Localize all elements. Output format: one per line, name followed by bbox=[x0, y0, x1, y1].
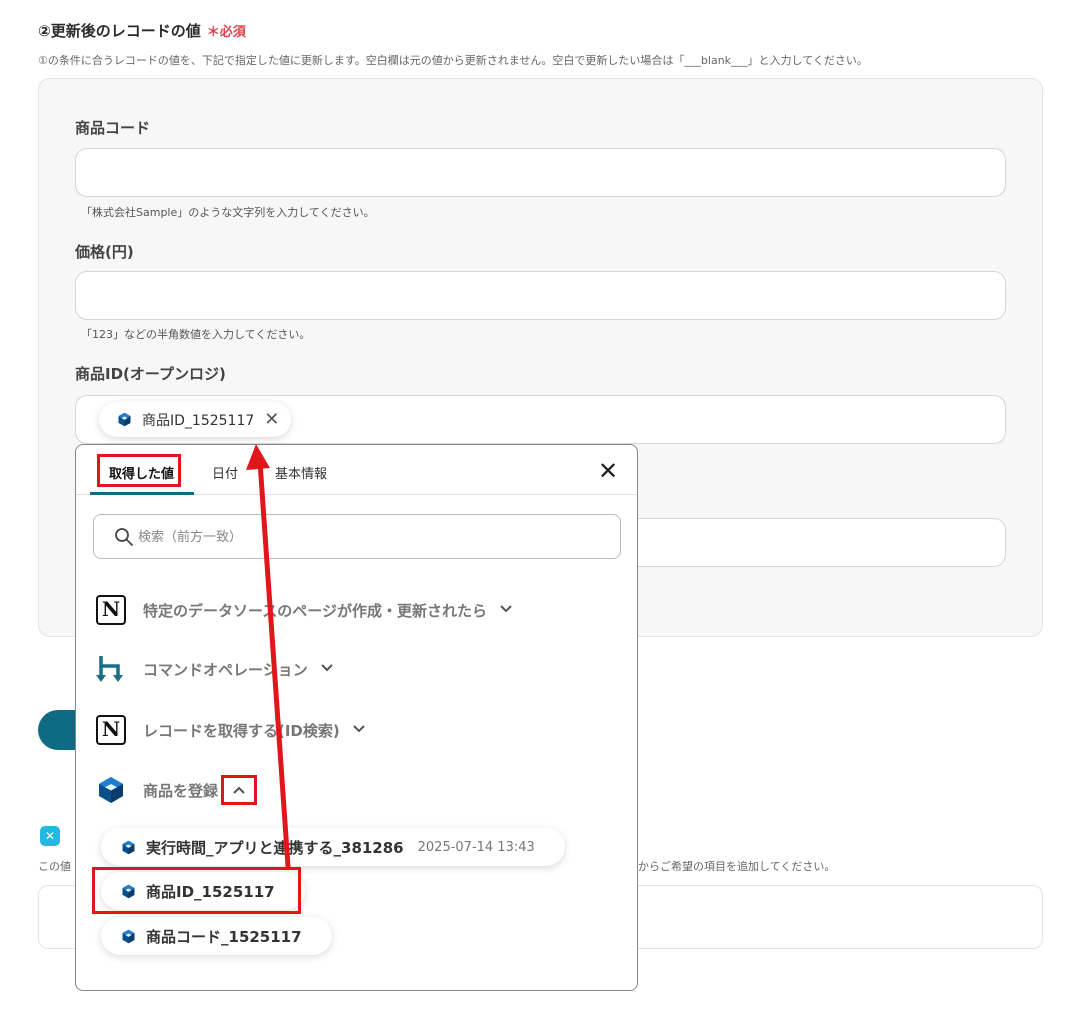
background-description-right: からご希望の項目を追加してください。 bbox=[638, 860, 836, 873]
value-item-product-code[interactable]: 商品コード_1525117 bbox=[101, 917, 332, 955]
search-icon bbox=[115, 528, 133, 546]
group-notion-trigger[interactable]: N 特定のデータソースのページが作成・更新されたら bbox=[96, 595, 513, 625]
price-input[interactable] bbox=[75, 271, 1006, 320]
product-code-input[interactable] bbox=[75, 148, 1006, 197]
search-box[interactable] bbox=[93, 514, 621, 559]
group-label: コマンドオペレーション bbox=[143, 660, 308, 679]
search-input[interactable] bbox=[138, 525, 598, 549]
openlogi-cube-icon bbox=[99, 777, 123, 803]
openlogi-cube-icon bbox=[122, 929, 135, 943]
chevron-down-icon[interactable] bbox=[352, 724, 366, 737]
close-icon[interactable]: ✕ bbox=[598, 459, 618, 483]
group-command-operation[interactable]: コマンドオペレーション bbox=[96, 654, 334, 684]
notion-icon: N bbox=[96, 715, 126, 745]
product-code-hint: 「株式会社Sample」のような文字列を入力してください。 bbox=[81, 206, 375, 219]
chevron-down-icon[interactable] bbox=[320, 663, 334, 676]
value-item-execution-time[interactable]: 実行時間_アプリと連携する_381286 2025-07-14 13:43 bbox=[101, 828, 565, 866]
chevron-up-icon[interactable] bbox=[221, 775, 258, 805]
openlogi-cube-icon bbox=[118, 412, 131, 427]
price-label: 価格(円) bbox=[75, 243, 134, 261]
section-description: ①の条件に合うレコードの値を、下記で指定した値に更新します。空白欄は元の値から更… bbox=[38, 54, 868, 67]
group-label: 商品を登録 bbox=[143, 781, 219, 800]
chevron-down-icon[interactable] bbox=[499, 604, 513, 617]
tab-date[interactable]: 日付 bbox=[212, 463, 238, 482]
openlogi-cube-icon bbox=[122, 840, 135, 854]
background-description-left: この値 bbox=[38, 860, 71, 873]
group-get-record[interactable]: N レコードを取得する(ID検索) bbox=[96, 715, 366, 745]
product-code-label: 商品コード bbox=[75, 119, 151, 137]
value-item-label: 商品コード_1525117 bbox=[146, 927, 302, 946]
tab-basic-info[interactable]: 基本情報 bbox=[275, 463, 327, 482]
section-title-text: ②更新後のレコードの値 bbox=[38, 22, 201, 40]
value-item-label: 実行時間_アプリと連携する_381286 bbox=[146, 838, 404, 857]
active-tab-indicator bbox=[90, 492, 194, 495]
annotation-box-tab bbox=[97, 454, 181, 487]
group-label: 特定のデータソースのページが作成・更新されたら bbox=[143, 601, 487, 620]
notion-icon: N bbox=[96, 595, 126, 625]
chip-remove-icon[interactable]: ✕ bbox=[264, 410, 279, 429]
annotation-box-item bbox=[92, 867, 301, 914]
section-title: ②更新後のレコードの値 ＊必須 bbox=[38, 20, 246, 41]
required-badge: ＊必須 bbox=[206, 25, 246, 40]
product-id-label: 商品ID(オープンロジ) bbox=[75, 365, 226, 383]
value-item-timestamp: 2025-07-14 13:43 bbox=[417, 839, 535, 855]
group-register-product[interactable]: 商品を登録 bbox=[96, 775, 258, 805]
yoom-logo-icon: ✕ bbox=[40, 826, 60, 846]
price-hint: 「123」などの半角数値を入力してください。 bbox=[81, 328, 311, 341]
group-label: レコードを取得する(ID検索) bbox=[143, 721, 340, 740]
command-branch-icon bbox=[96, 656, 123, 682]
product-id-chip-label: 商品ID_1525117 bbox=[142, 412, 255, 429]
product-id-chip[interactable]: 商品ID_1525117 ✕ bbox=[99, 402, 292, 437]
